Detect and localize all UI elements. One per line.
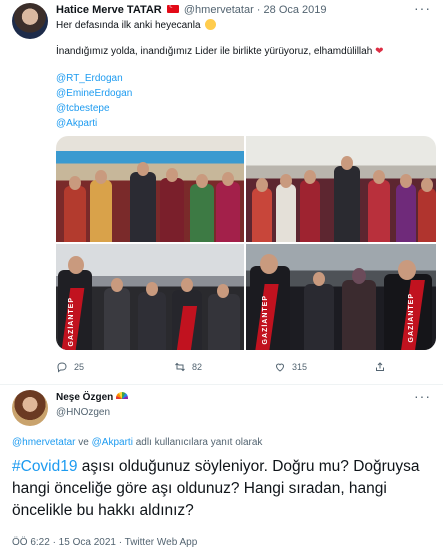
person bbox=[130, 172, 156, 242]
tweet-text-line: İnandığımız yolda, inandığımız Lider ile… bbox=[56, 46, 383, 57]
photo-3[interactable]: GAZİANTEP bbox=[56, 244, 244, 350]
person bbox=[104, 288, 130, 350]
retweet-icon bbox=[175, 362, 185, 372]
mention-link[interactable]: @RT_Erdogan bbox=[56, 73, 123, 84]
person bbox=[300, 180, 320, 242]
heart-emoji-icon: ❤ bbox=[375, 46, 384, 57]
photo-1[interactable] bbox=[56, 136, 244, 242]
mention-link[interactable]: @Akparti bbox=[56, 118, 97, 129]
person bbox=[160, 178, 184, 242]
mention-link[interactable]: @EmineErdogan bbox=[56, 88, 132, 99]
author-handle[interactable]: @HNOzgen bbox=[56, 407, 110, 418]
share-button[interactable] bbox=[374, 361, 386, 373]
person bbox=[90, 180, 112, 242]
tweet-actions: 25 82 315 bbox=[56, 361, 436, 375]
person-head bbox=[217, 284, 229, 298]
person-head bbox=[256, 178, 268, 192]
tweet-text: Her defasında ilk anki heyecanla bbox=[56, 20, 201, 31]
like-count: 315 bbox=[292, 362, 308, 372]
person-head bbox=[313, 272, 325, 286]
more-icon[interactable]: ··· bbox=[414, 388, 431, 404]
person bbox=[342, 280, 376, 350]
person-head bbox=[421, 178, 433, 192]
photo-4[interactable]: GAZİANTEP GAZİANTEP bbox=[246, 244, 436, 350]
person-head bbox=[400, 174, 412, 188]
like-button[interactable]: 315 bbox=[274, 361, 307, 373]
person-head bbox=[111, 278, 123, 292]
person-head bbox=[352, 268, 366, 284]
person-head bbox=[341, 156, 353, 170]
author-handle[interactable]: @hmervetatar bbox=[184, 4, 254, 16]
tweet-text-line: Her defasında ilk anki heyecanla bbox=[56, 19, 217, 31]
rainbow-emoji-icon bbox=[116, 392, 129, 399]
person-head bbox=[68, 256, 84, 274]
turkey-flag-icon bbox=[166, 2, 179, 13]
tweet-date[interactable]: 28 Oca 2019 bbox=[264, 4, 327, 16]
person bbox=[368, 180, 390, 242]
author-name[interactable]: Hatice Merve TATAR bbox=[56, 4, 162, 16]
person bbox=[334, 166, 360, 242]
person bbox=[418, 188, 436, 242]
person-head bbox=[181, 278, 193, 292]
scarf-text: GAZİANTEP bbox=[408, 292, 415, 342]
share-icon bbox=[376, 362, 384, 371]
person-head bbox=[196, 174, 208, 188]
divider bbox=[0, 384, 443, 385]
person-head bbox=[222, 172, 234, 186]
quoted-tweet[interactable]: Hatice Merve TATAR @hmervetatar · 28 Oca… bbox=[0, 0, 443, 385]
scarf-text: GAZİANTEP bbox=[68, 296, 75, 346]
photo-2[interactable] bbox=[246, 136, 436, 242]
more-icon[interactable]: ··· bbox=[414, 0, 431, 16]
smile-emoji-icon bbox=[205, 19, 217, 30]
reply-count: 25 bbox=[74, 362, 85, 372]
person bbox=[138, 292, 166, 350]
mention-link[interactable]: @hmervetatar bbox=[12, 437, 76, 448]
person bbox=[304, 284, 334, 350]
person bbox=[64, 186, 86, 242]
person-head bbox=[146, 282, 158, 296]
author-name[interactable]: Neşe Özgen bbox=[56, 392, 113, 403]
person-head bbox=[373, 170, 385, 184]
person-head bbox=[137, 162, 149, 176]
person-head bbox=[260, 254, 278, 274]
mention-link[interactable]: @Akparti bbox=[92, 437, 133, 448]
person bbox=[216, 182, 240, 242]
person bbox=[396, 184, 416, 242]
tweet-text: İnandığımız yolda, inandığımız Lider ile… bbox=[56, 46, 373, 57]
like-icon bbox=[275, 363, 285, 372]
reply-suffix: adlı kullanıcılara yanıt olarak bbox=[135, 437, 263, 448]
reply-context: @hmervetatar ve @Akparti adlı kullanıcıl… bbox=[12, 437, 262, 448]
avatar[interactable] bbox=[12, 390, 48, 426]
reply-icon bbox=[57, 362, 67, 373]
person-head bbox=[304, 170, 316, 184]
person bbox=[190, 184, 214, 242]
reply-connector: ve bbox=[78, 437, 89, 448]
scarf-text: GAZİANTEP bbox=[262, 294, 269, 344]
reply-button[interactable]: 25 bbox=[56, 361, 84, 373]
hashtag-link[interactable]: #Covid19 bbox=[12, 458, 78, 475]
retweet-button[interactable]: 82 bbox=[174, 361, 202, 373]
photo-grid: GAZİANTEP GAZİANTEP GAZİANTEP bbox=[56, 136, 436, 350]
person bbox=[208, 294, 240, 350]
author-name-row: Neşe Özgen bbox=[56, 392, 129, 403]
tweet-body: #Covid19 aşısı olduğunuz söyleniyor. Doğ… bbox=[12, 456, 432, 522]
person-head bbox=[69, 176, 81, 190]
separator: · bbox=[256, 4, 261, 16]
retweet-count: 82 bbox=[192, 362, 203, 372]
person bbox=[276, 184, 296, 242]
person-head bbox=[398, 260, 416, 280]
tweet-header: Hatice Merve TATAR @hmervetatar · 28 Oca… bbox=[56, 2, 327, 16]
person bbox=[252, 188, 272, 242]
tweet-timestamp[interactable]: ÖÖ 6:22 · 15 Oca 2021 · Twitter Web App bbox=[12, 537, 197, 548]
person-head bbox=[280, 174, 292, 188]
avatar[interactable] bbox=[12, 3, 48, 39]
person-head bbox=[95, 170, 107, 184]
person-head bbox=[166, 168, 178, 182]
mention-link[interactable]: @tcbestepe bbox=[56, 103, 110, 114]
